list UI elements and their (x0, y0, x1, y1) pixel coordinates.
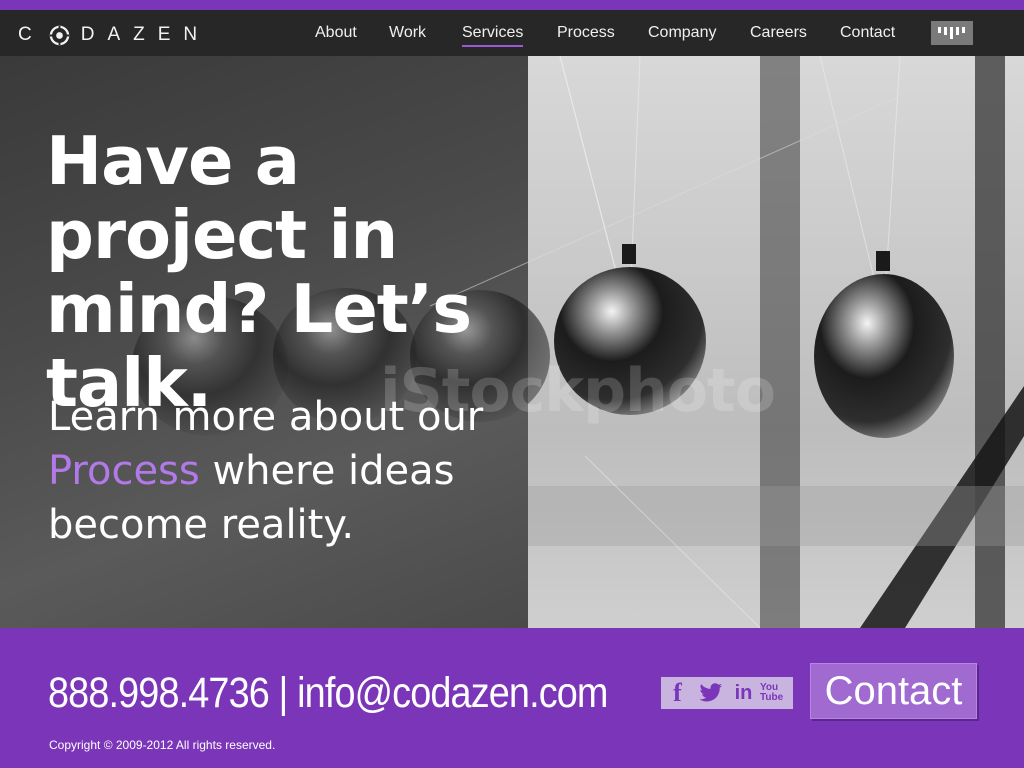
nav-item-contact[interactable]: Contact (840, 23, 895, 43)
contact-button[interactable]: Contact (810, 663, 977, 719)
top-navigation: C DAZEN About Work Services Process Comp… (0, 10, 1024, 56)
hero-subheading: Learn more about our Process where ideas… (48, 390, 518, 552)
nav-item-work[interactable]: Work (389, 23, 426, 43)
partner-badge-button[interactable] (931, 21, 973, 45)
copyright-text: Copyright © 2009-2012 All rights reserve… (49, 738, 276, 752)
social-links: f in You Tube (661, 677, 793, 709)
nav-item-careers[interactable]: Careers (750, 23, 807, 43)
facebook-icon[interactable]: f (661, 677, 694, 709)
youtube-icon[interactable]: You Tube (760, 677, 793, 709)
nav-item-services[interactable]: Services (462, 23, 524, 47)
twitter-icon[interactable] (694, 677, 727, 709)
twitter-bird-glyph (699, 683, 722, 702)
subhead-text-start: Learn more about our (48, 394, 484, 440)
footer: 888.998.4736 | info@codazen.com f in You… (0, 628, 1024, 768)
nav-item-company[interactable]: Company (648, 23, 716, 43)
top-accent-bar (0, 0, 1024, 10)
phone-number[interactable]: 888.998.4736 (48, 669, 270, 717)
bars-logo-icon (938, 27, 965, 39)
linkedin-icon[interactable]: in (727, 677, 760, 709)
nav-item-process[interactable]: Process (557, 23, 615, 43)
contact-info: 888.998.4736 | info@codazen.com (48, 668, 608, 718)
process-link[interactable]: Process (48, 448, 200, 494)
hero-banner: iStockphoto Have a project in mind? Let’… (0, 56, 1024, 628)
email-link[interactable]: info@codazen.com (297, 669, 608, 717)
nav-item-about[interactable]: About (315, 23, 357, 43)
hero-headline: Have a project in mind? Let’s talk. (46, 122, 472, 422)
contact-separator: | (278, 669, 289, 717)
main-menu: About Work Services Process Company Care… (0, 23, 1024, 53)
